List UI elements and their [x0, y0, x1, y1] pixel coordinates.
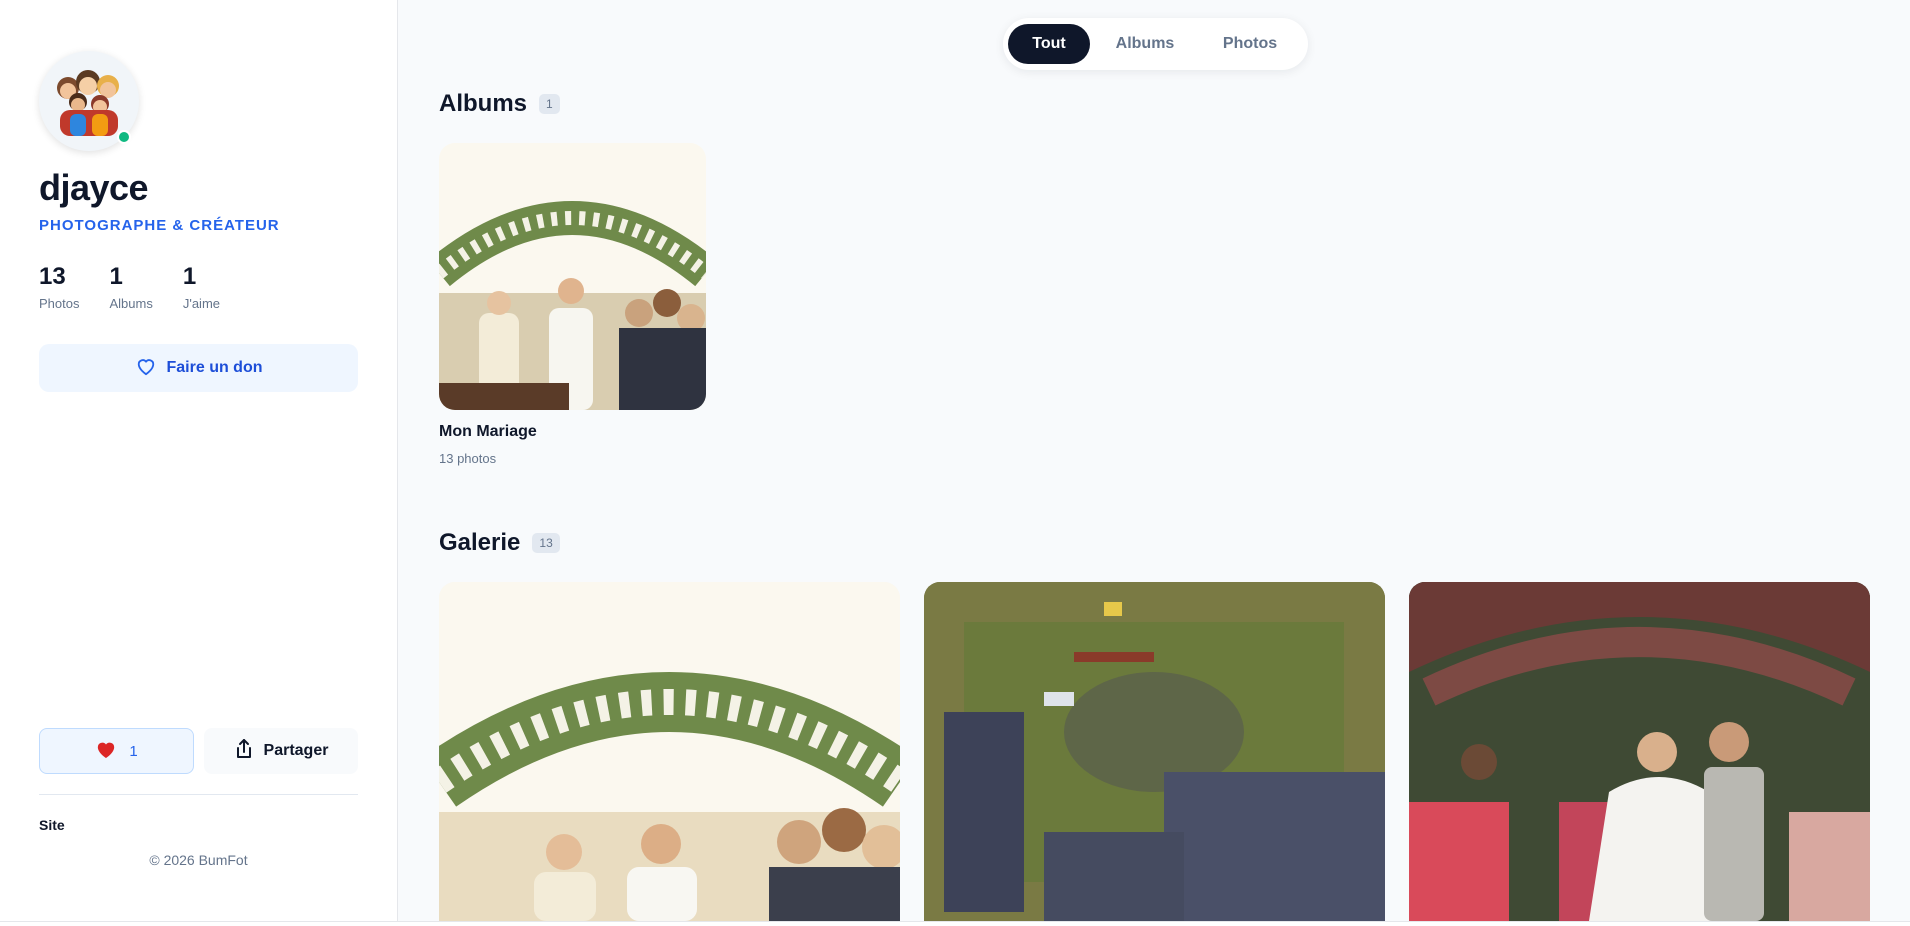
tab-tout[interactable]: Tout [1008, 24, 1090, 64]
like-count: 1 [129, 742, 138, 760]
tab-photos[interactable]: Photos [1200, 24, 1300, 64]
share-button[interactable]: Partager [204, 728, 358, 774]
gallery-section-title: Galerie 13 [439, 529, 560, 557]
album-name: Mon Mariage [439, 423, 537, 440]
stat-likes: 1 J'aime [183, 263, 220, 311]
sidebar-divider [39, 794, 358, 795]
stat-albums: 1 Albums [109, 263, 152, 311]
heart-outline-icon [135, 356, 157, 381]
albums-section-title: Albums 1 [439, 90, 560, 118]
stat-label: J'aime [182, 296, 221, 311]
stat-label: Photos [39, 296, 80, 311]
gallery-count-badge: 13 [532, 533, 560, 553]
gallery-photo[interactable] [1409, 582, 1870, 921]
avatar[interactable] [39, 51, 139, 151]
tab-albums[interactable]: Albums [1090, 24, 1200, 64]
heart-filled-icon [95, 739, 117, 763]
site-link[interactable]: Site [39, 817, 65, 833]
user-role: PHOTOGRAPHE & CRÉATEUR [39, 217, 280, 234]
section-title-text: Albums [439, 90, 528, 117]
donate-label: Faire un don [166, 359, 263, 376]
donate-button[interactable]: Faire un don [39, 344, 358, 392]
filter-tabs: Tout Albums Photos [1003, 18, 1308, 70]
share-label: Partager [263, 742, 329, 759]
album-card[interactable]: Mon Mariage 13 photos [439, 143, 706, 466]
profile-stats: 13 Photos 1 Albums 1 J'aime [39, 263, 220, 311]
albums-count-badge: 1 [539, 94, 560, 114]
stat-photos: 13 Photos [39, 263, 79, 311]
like-button[interactable]: 1 [39, 728, 194, 774]
window-bottom-edge [0, 921, 1910, 926]
username: djayce [39, 167, 149, 208]
gallery-photo[interactable] [924, 582, 1385, 921]
stat-label: Albums [109, 296, 153, 311]
stat-value: 13 [39, 263, 66, 290]
gallery-photo[interactable] [439, 582, 900, 921]
stat-value: 1 [182, 263, 197, 290]
profile-sidebar: djayce PHOTOGRAPHE & CRÉATEUR 13 Photos … [0, 0, 398, 921]
section-title-text: Galerie [439, 529, 521, 556]
stat-value: 1 [109, 263, 123, 290]
album-photo-count: 13 photos [439, 451, 497, 466]
album-cover-image [439, 143, 706, 410]
copyright: © 2026 BumFot [149, 852, 248, 868]
online-status-dot [117, 130, 131, 144]
share-icon [234, 738, 254, 765]
